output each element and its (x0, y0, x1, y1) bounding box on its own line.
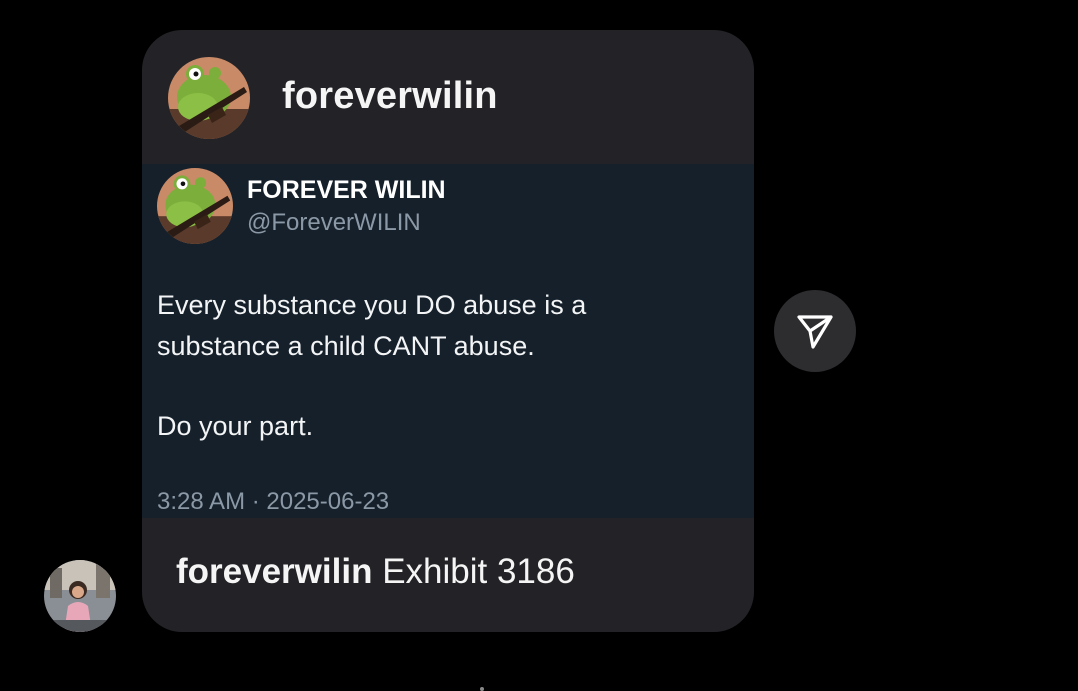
tweet-text-line: Do your part. (157, 411, 314, 441)
sender-avatar-icon[interactable] (44, 560, 116, 632)
caption-username[interactable]: foreverwilin (176, 552, 372, 591)
post-header[interactable]: foreverwilin (142, 30, 754, 164)
embedded-tweet[interactable]: FOREVER WILIN @ForeverWILIN Every substa… (142, 164, 754, 518)
shared-post-card[interactable]: foreverwilin FOREVER WILIN @ForeverWILIN… (142, 30, 754, 632)
tweet-text: Every substance you DO abuse is a substa… (157, 285, 737, 447)
caption-text: Exhibit 3186 (382, 552, 575, 591)
frog-avatar-icon[interactable] (168, 57, 250, 139)
post-author-username[interactable]: foreverwilin (282, 75, 498, 118)
frog-avatar-icon (157, 168, 233, 244)
send-icon (797, 315, 833, 349)
tweet-timestamp: 3:28 AM · 2025-06-23 (157, 488, 390, 515)
tweet-text-line: Every substance you DO abuse is a (157, 290, 587, 320)
tweet-text-line: substance a child CANT abuse. (157, 331, 535, 361)
post-caption: foreverwilin Exhibit 3186 (176, 552, 575, 592)
tweet-handle: @ForeverWILIN (247, 209, 421, 236)
scroll-indicator (480, 687, 484, 691)
share-button[interactable] (774, 290, 856, 372)
tweet-display-name: FOREVER WILIN (247, 176, 446, 204)
